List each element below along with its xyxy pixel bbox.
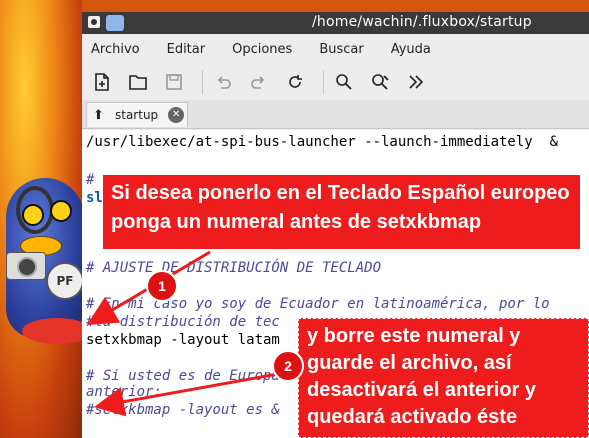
reload-button[interactable] xyxy=(281,68,309,96)
more-button[interactable] xyxy=(402,68,430,96)
menu-opciones[interactable]: Opciones xyxy=(232,42,292,57)
undo-icon xyxy=(217,76,231,89)
badge-icon: PF xyxy=(46,262,82,300)
tab-startup[interactable]: ⬆ startup ✕ xyxy=(86,102,188,127)
callout-1-line-1: Si desea ponerlo en el Teclado Español e… xyxy=(111,182,570,204)
code-line-12: anterior: xyxy=(86,384,162,400)
toolbar-separator xyxy=(323,70,324,94)
tux-eye-left xyxy=(22,204,44,226)
tux-eye-right xyxy=(50,200,72,222)
tux-feet xyxy=(22,318,82,344)
tab-bar: ⬆ startup ✕ xyxy=(82,100,589,129)
code-line-13: #setxkbmap -layout es & xyxy=(86,402,280,418)
callout-2-line-4: quedará activado éste xyxy=(307,406,518,428)
menu-editar[interactable]: Editar xyxy=(167,42,206,57)
code-line-1: /usr/libexec/at-spi-bus-launcher --launc… xyxy=(86,134,559,150)
new-file-button[interactable] xyxy=(88,68,116,96)
title-bar[interactable]: /home/wachin/.fluxbox/startup xyxy=(82,12,589,34)
step-marker-1: 1 xyxy=(146,270,178,302)
code-line-9: setxkbmap -layout latam xyxy=(86,332,280,348)
window-menu-icon[interactable] xyxy=(88,16,100,28)
tab-label: startup xyxy=(115,108,159,122)
open-file-button[interactable] xyxy=(124,68,152,96)
camera-icon xyxy=(6,252,46,280)
app-icon xyxy=(106,15,124,31)
replace-icon xyxy=(372,74,389,90)
save-button[interactable] xyxy=(160,68,188,96)
callout-1-line-2: ponga un numeral antes de setxkbmap xyxy=(111,211,482,233)
redo-button[interactable] xyxy=(245,68,273,96)
save-icon xyxy=(166,74,182,90)
toolbar xyxy=(82,64,589,100)
menu-archivo[interactable]: Archivo xyxy=(91,42,140,57)
callout-1: Si desea ponerlo en el Teclado Español e… xyxy=(103,175,580,249)
code-line-3: sl xyxy=(86,190,103,206)
callout-2-line-3: desactivará el anterior y xyxy=(307,379,537,401)
replace-button[interactable] xyxy=(366,68,394,96)
menu-ayuda[interactable]: Ayuda xyxy=(391,42,431,57)
menu-bar: Archivo Editar Opciones Buscar Ayuda xyxy=(82,34,589,64)
callout-2-line-1: y borre este numeral y xyxy=(307,325,521,347)
undo-button[interactable] xyxy=(209,68,237,96)
step-marker-2: 2 xyxy=(272,350,304,382)
search-icon xyxy=(336,74,352,90)
open-folder-icon xyxy=(129,75,147,90)
callout-2: y borre este numeral y guarde el archivo… xyxy=(298,318,589,438)
menu-buscar[interactable]: Buscar xyxy=(319,42,363,57)
window-title: /home/wachin/.fluxbox/startup xyxy=(312,14,532,30)
reload-icon xyxy=(289,75,302,88)
desktop-background: PF xyxy=(0,0,82,438)
redo-icon xyxy=(251,76,265,89)
more-icon xyxy=(409,75,424,89)
pin-icon: ⬆ xyxy=(93,107,104,123)
toolbar-separator xyxy=(202,70,203,94)
code-line-11: # Si usted es de Europa xyxy=(86,368,280,384)
code-line-5: # AJUSTE DE DISTRIBUCIÓN DE TECLADO xyxy=(86,260,382,276)
close-icon[interactable]: ✕ xyxy=(168,107,185,123)
search-button[interactable] xyxy=(330,68,358,96)
callout-2-line-2: guarde el archivo, así xyxy=(307,352,512,374)
code-line-8: #la distribución de tec xyxy=(86,314,280,330)
code-line-2: # xyxy=(86,172,95,188)
new-file-icon xyxy=(95,73,109,91)
